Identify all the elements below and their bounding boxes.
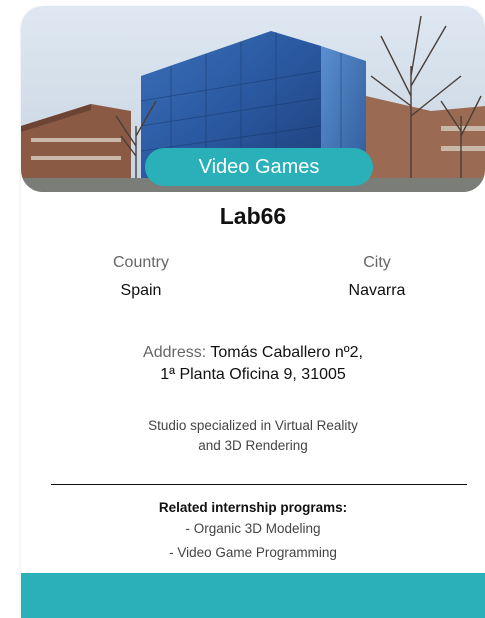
address-line1: Tomás Caballero nº2, xyxy=(210,344,363,361)
country-label: Country xyxy=(112,254,170,271)
address-label: Address: xyxy=(143,344,207,361)
city-label: City xyxy=(363,254,391,271)
address-line2: 1ª Planta Oficina 9, 31005 xyxy=(160,366,346,383)
studio-description: Studio specialized in Virtual Reality an… xyxy=(21,416,485,456)
description-line1: Studio specialized in Virtual Reality xyxy=(148,418,358,433)
country-value: Spain xyxy=(120,282,162,299)
card-footer xyxy=(21,573,485,618)
description-line2: and 3D Rendering xyxy=(198,438,308,453)
studio-name: Lab66 xyxy=(219,203,287,229)
category-badge[interactable]: Video Games xyxy=(145,148,373,186)
city-value: Navarra xyxy=(348,282,406,299)
program-item: - Video Game Programming xyxy=(169,545,337,560)
related-programs-title: Related internship programs: xyxy=(158,500,348,515)
program-item: - Organic 3D Modeling xyxy=(185,521,321,536)
divider xyxy=(51,484,467,485)
studio-card: Video Games Lab66 Country City Spain Nav… xyxy=(21,6,485,618)
address-block: Address: Tomás Caballero nº2, 1ª Planta … xyxy=(21,342,485,386)
